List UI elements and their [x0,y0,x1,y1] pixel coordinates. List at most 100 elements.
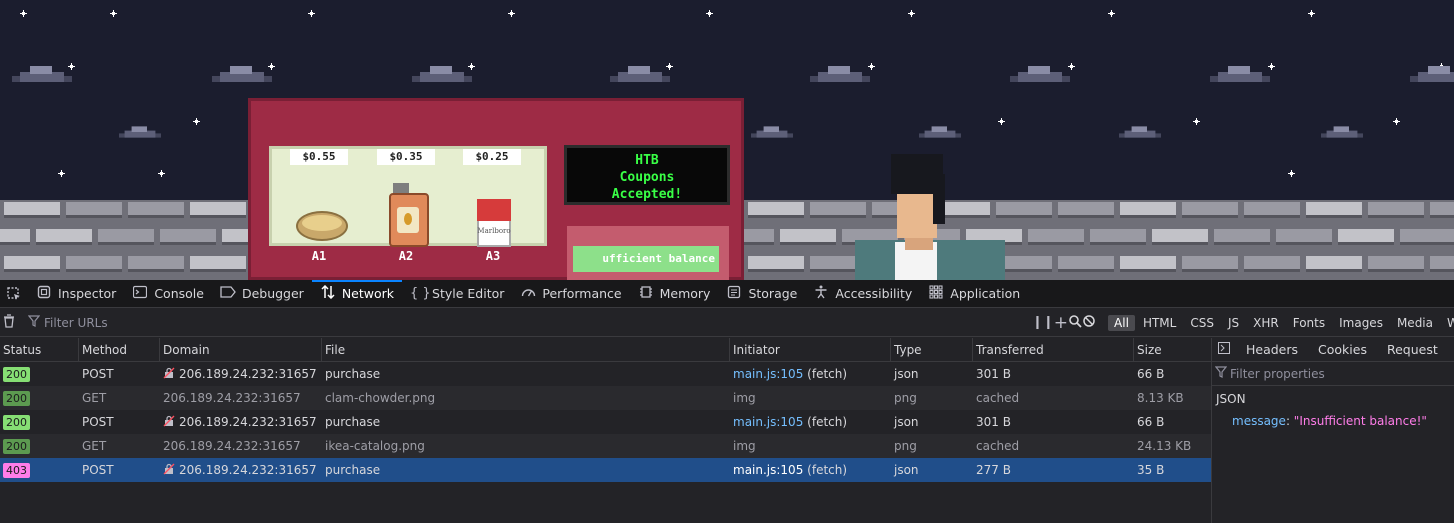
table-row[interactable]: 200 POST 206.189.24.232:31657 purchase main.… [0,362,1211,386]
oil-jug-item[interactable] [387,183,431,247]
star [908,10,915,17]
json-property[interactable]: message: "Insufficient balance!" [1212,412,1454,430]
brick [1028,229,1084,245]
tab-memory[interactable]: Memory [630,280,719,308]
domain-cell: 206.189.24.232:31657 [160,458,322,482]
tab-label: Application [950,286,1021,301]
property-value: "Insufficient balance!" [1293,414,1427,428]
table-row[interactable]: 200 GET 206.189.24.232:31657 clam-chowder.p… [0,386,1211,410]
table-row[interactable]: 403 POST 206.189.24.232:31657 purchase main.… [0,458,1211,482]
cloud [919,125,961,139]
cloud [412,64,472,84]
tab-console[interactable]: Console [124,280,212,308]
col-transferred[interactable]: Transferred [973,338,1134,362]
col-status[interactable]: Status [0,338,79,362]
star [1288,170,1295,177]
type-filter-w[interactable]: W [1441,315,1454,331]
brick [98,229,154,245]
tab-label: Accessibility [835,286,913,301]
tab-inspector[interactable]: Inspector [28,280,124,308]
file-cell: purchase [325,415,381,429]
size-cell: 66 B [1137,415,1165,429]
cloud [751,125,793,139]
clam-chowder-item[interactable] [296,201,348,241]
type-filter-all[interactable]: All [1108,314,1135,331]
status-cell: 200 [0,434,79,458]
add-request-icon[interactable]: + [1054,313,1068,333]
filter-urls-input[interactable] [40,311,1020,334]
transferred-cell: 301 B [976,415,1011,429]
element-picker-icon[interactable] [0,280,28,308]
col-domain[interactable]: Domain [160,338,322,362]
initiator-link[interactable]: main.js:105 [733,415,803,429]
type-filter-html[interactable]: HTML [1137,315,1182,331]
tab-performance[interactable]: Performance [512,280,629,308]
domain-cell: 206.189.24.232:31657 [160,410,322,434]
tab-network[interactable]: Network [311,279,403,308]
col-method[interactable]: Method [79,338,160,362]
method-cell: POST [82,463,114,477]
brick [1120,202,1176,218]
tab-request[interactable]: Request [1377,342,1448,357]
cigarette-pack-item[interactable]: Marlboro [477,199,511,247]
col-size[interactable]: Size [1134,338,1211,362]
toggle-sidebar-icon[interactable] [1212,342,1236,357]
brick [1152,229,1208,245]
type-filter-xhr[interactable]: XHR [1247,315,1285,331]
search-icon[interactable] [1068,314,1082,332]
tab-headers[interactable]: Headers [1236,342,1308,357]
pack-brand-text: Marlboro [477,227,511,235]
table-row[interactable]: 200 POST 206.189.24.232:31657 purchase main.… [0,410,1211,434]
display-line-3: Accepted! [611,187,683,202]
brick [190,202,246,218]
transferred-cell: cached [976,391,1020,405]
tab-style-editor[interactable]: { } Style Editor [402,280,512,308]
tab-accessibility[interactable]: Accessibility [805,280,920,308]
initiator-link[interactable]: main.js:105 [733,463,803,477]
tab-label: Performance [542,286,622,301]
cloud [610,64,670,84]
brick [1338,229,1394,245]
col-type[interactable]: Type [891,338,973,362]
col-initiator[interactable]: Initiator [730,338,891,362]
cloud [1119,125,1161,139]
type-filter-media[interactable]: Media [1391,315,1439,331]
type-filter-js[interactable]: JS [1222,315,1245,331]
file-cell: clam-chowder.png [325,391,436,405]
brick [1244,202,1300,218]
brick [1368,256,1424,272]
brick [1430,202,1454,218]
debugger-icon [220,285,236,303]
slot-label-a1: A1 [311,249,327,263]
type-filter-fonts[interactable]: Fonts [1287,315,1331,331]
status-cell: 403 [0,458,79,482]
json-section-label[interactable]: JSON [1212,386,1454,412]
trash-icon[interactable] [2,313,16,332]
domain-cell: 206.189.24.232:31657 [160,434,322,458]
slot-label-a2: A2 [398,249,414,263]
col-file[interactable]: File [322,338,730,362]
tab-application[interactable]: Application [920,280,1028,308]
type-filter-images[interactable]: Images [1333,315,1389,331]
balance-status-button[interactable]: ufficient balance [573,246,719,272]
tab-response[interactable]: R [1448,342,1454,357]
tab-storage[interactable]: Storage [718,280,805,308]
memory-icon [638,285,654,303]
brick [1214,229,1270,245]
initiator-link[interactable]: main.js:105 [733,367,803,381]
accessibility-icon [813,285,829,303]
status-cell: 200 [0,386,79,410]
type-filter-css[interactable]: CSS [1184,315,1220,331]
filter-properties-input[interactable] [1230,366,1440,381]
domain-text: 206.189.24.232:31657 [179,463,317,477]
star [308,10,315,17]
tab-debugger[interactable]: Debugger [212,280,312,308]
brick [190,256,246,272]
brick [128,202,184,218]
cloud [1321,125,1363,139]
devtools-toolbar: Inspector Console Debugger Network { } Style … [0,279,1454,308]
tab-cookies[interactable]: Cookies [1308,342,1377,357]
block-icon[interactable] [1082,314,1096,332]
table-row[interactable]: 200 GET 206.189.24.232:31657 ikea-catalog.p… [0,434,1211,458]
pause-icon[interactable]: ❙❙ [1032,315,1054,330]
